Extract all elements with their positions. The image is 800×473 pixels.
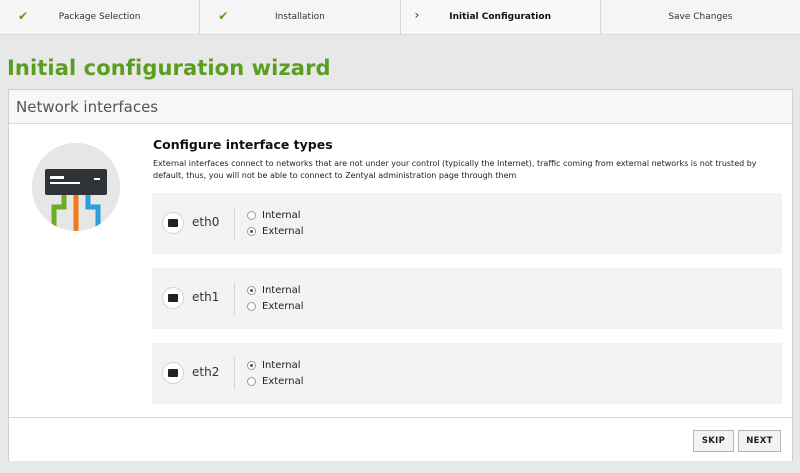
eth0-external-option[interactable]: External xyxy=(247,226,304,237)
eth0-internal-option[interactable]: Internal xyxy=(247,210,301,221)
network-switch-illustration xyxy=(32,143,120,231)
option-label: External xyxy=(262,226,304,237)
interface-name: eth1 xyxy=(192,290,220,304)
eth0-external-radio[interactable] xyxy=(247,227,256,236)
section-title: Configure interface types xyxy=(153,137,333,152)
eth1-internal-option[interactable]: Internal xyxy=(247,285,301,296)
next-button[interactable]: NEXT xyxy=(738,430,781,452)
section-description: External interfaces connect to networks … xyxy=(153,159,757,180)
eth2-internal-radio[interactable] xyxy=(247,361,256,370)
divider xyxy=(234,207,235,240)
interface-row-eth2: eth2 Internal External xyxy=(152,343,782,404)
wizard-steps: ✔ Package Selection ✔ Installation › Ini… xyxy=(0,0,800,35)
network-interfaces-panel: Network interfaces Configure interface t… xyxy=(8,89,793,461)
eth1-external-radio[interactable] xyxy=(247,302,256,311)
step-label: Save Changes xyxy=(668,12,733,22)
interface-name: eth2 xyxy=(192,365,220,379)
panel-title: Network interfaces xyxy=(9,90,792,124)
option-label: External xyxy=(262,301,304,312)
skip-button[interactable]: SKIP xyxy=(693,430,734,452)
divider xyxy=(234,282,235,315)
divider xyxy=(234,357,235,390)
eth0-internal-radio[interactable] xyxy=(247,211,256,220)
step-package-selection: ✔ Package Selection xyxy=(0,0,201,34)
page-title: Initial configuration wizard xyxy=(7,56,331,80)
step-label: Installation xyxy=(274,12,325,22)
step-label: Package Selection xyxy=(58,12,141,22)
option-label: External xyxy=(262,376,304,387)
step-installation: ✔ Installation xyxy=(200,0,401,34)
option-label: Internal xyxy=(262,360,301,371)
interface-name: eth0 xyxy=(192,215,220,229)
interface-row-eth0: eth0 Internal External xyxy=(152,193,782,254)
panel-footer: SKIP NEXT xyxy=(9,417,792,461)
chevron-right-icon: › xyxy=(414,8,420,22)
check-icon: ✔ xyxy=(218,9,229,23)
option-label: Internal xyxy=(262,285,301,296)
option-label: Internal xyxy=(262,210,301,221)
eth2-external-radio[interactable] xyxy=(247,377,256,386)
network-port-icon xyxy=(162,212,184,234)
network-port-icon xyxy=(162,362,184,384)
step-label: Initial Configuration xyxy=(449,12,551,22)
step-initial-configuration: › Initial Configuration xyxy=(400,0,601,34)
eth1-external-option[interactable]: External xyxy=(247,301,304,312)
eth2-internal-option[interactable]: Internal xyxy=(247,360,301,371)
interface-row-eth1: eth1 Internal External xyxy=(152,268,782,329)
network-switch-icon xyxy=(32,143,120,231)
eth1-internal-radio[interactable] xyxy=(247,286,256,295)
check-icon: ✔ xyxy=(18,9,29,23)
network-port-icon xyxy=(162,287,184,309)
step-save-changes: Save Changes xyxy=(600,0,800,34)
eth2-external-option[interactable]: External xyxy=(247,376,304,387)
